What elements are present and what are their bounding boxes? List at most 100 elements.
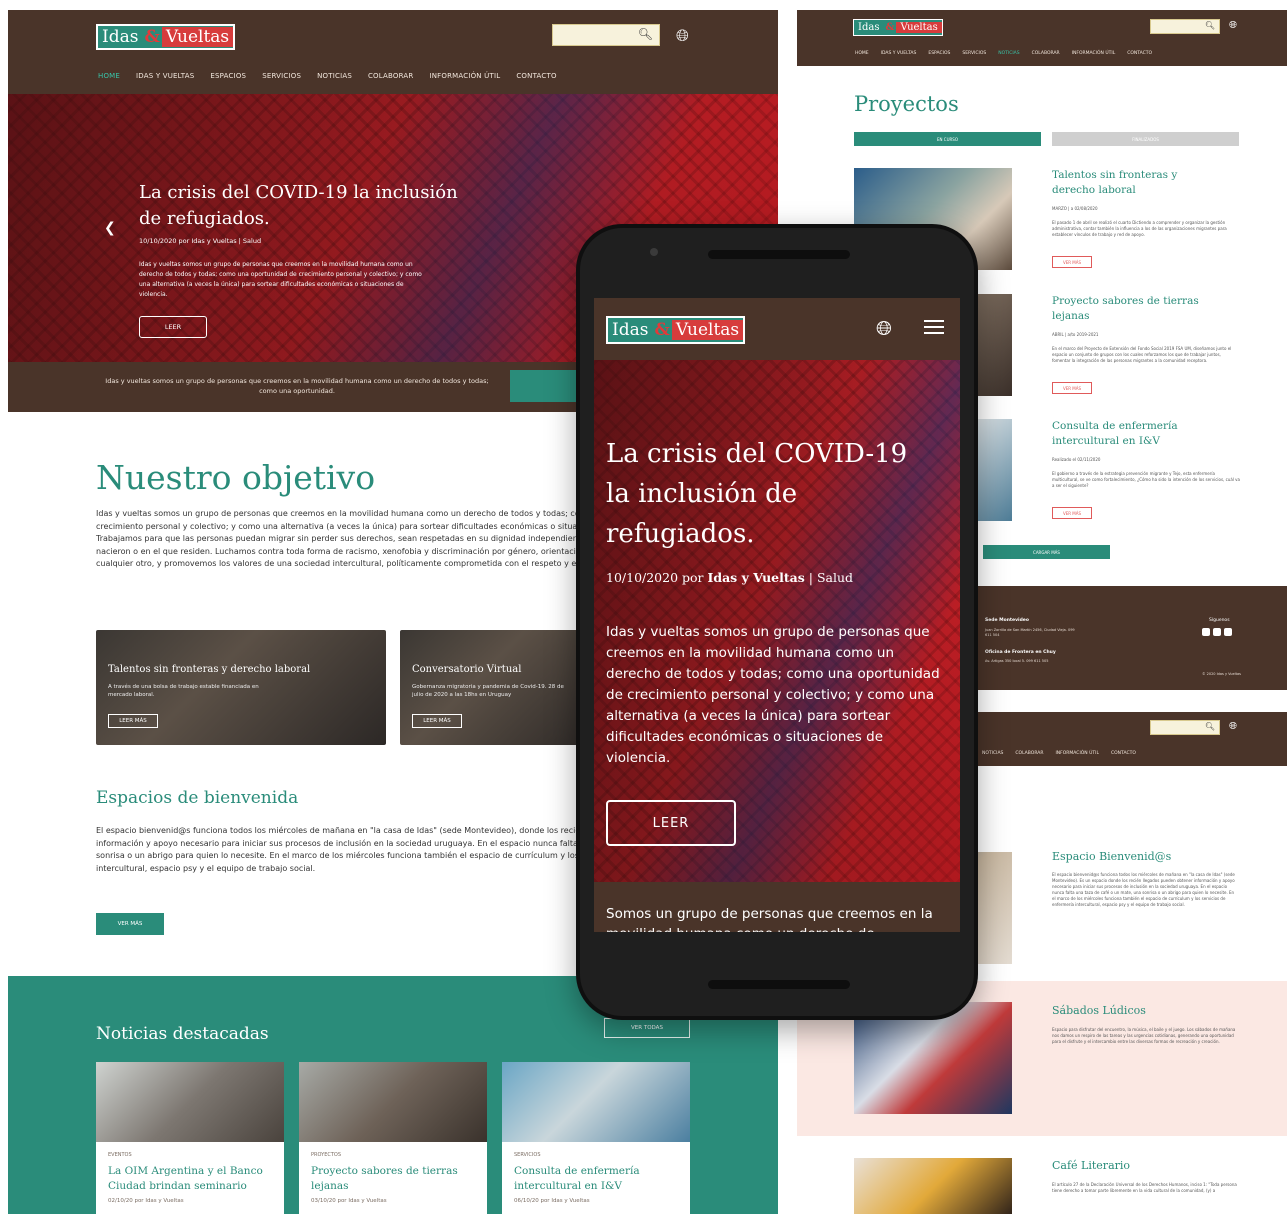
tab-finalizados[interactable]: FINALIZADOS xyxy=(1052,132,1239,146)
project-date: MARZO | a 02/08/2020 xyxy=(1052,206,1098,211)
news-title[interactable]: Proyecto sabores de tierras lejanas xyxy=(311,1164,476,1194)
phone-speaker xyxy=(708,980,850,989)
page-title: Proyectos xyxy=(854,92,959,116)
phone-mockup: Idas & Vueltas 🌐︎ La crisis del COVID-19 l… xyxy=(576,224,978,1020)
nav-item-espacios[interactable]: ESPACIOS xyxy=(928,51,950,56)
search-icon[interactable]: 🔍︎ xyxy=(1205,722,1215,731)
space-title: Sábados Lúdicos xyxy=(1052,1004,1146,1017)
search-input[interactable]: 🔍︎ xyxy=(1150,19,1220,34)
globe-icon[interactable]: 🌐︎ xyxy=(876,316,892,340)
main-nav: HOME IDAS Y VUELTAS ESPACIOS SERVICIOS N… xyxy=(855,51,1152,56)
nav-item-contacto[interactable]: CONTACTO xyxy=(1111,751,1136,756)
mobile-hero: La crisis del COVID-19 la inclusión de r… xyxy=(594,360,960,882)
nav-item-notices[interactable]: NOTICIAS xyxy=(982,751,1003,756)
hero-meta-author[interactable]: Idas y Vueltas xyxy=(708,570,805,585)
space-section: Café Literario El artículo 27 de la Decl… xyxy=(797,1136,1287,1214)
site-header: Idas & Vueltas 🔍︎ 🌐︎ HOME IDAS Y VUELTAS E… xyxy=(797,10,1287,66)
space-body: El artículo 27 de la Declaración Univers… xyxy=(1052,1182,1237,1193)
hamburger-icon[interactable] xyxy=(924,320,944,334)
nav-item-informacion-util[interactable]: INFORMACIÓN ÚTIL xyxy=(429,72,500,80)
news-category: EVENTOS xyxy=(108,1152,132,1158)
news-card[interactable]: PROYECTOS Proyecto sabores de tierras le… xyxy=(299,1062,487,1214)
objective-title: Nuestro objetivo xyxy=(96,458,376,497)
nav-item-contacto[interactable]: CONTACTO xyxy=(1127,51,1152,56)
load-more-button[interactable]: CARGAR MÁS xyxy=(983,545,1110,559)
hero-meta: 10/10/2020 por Idas y Vueltas | Salud xyxy=(139,237,262,245)
nav-item-home[interactable]: HOME xyxy=(98,72,120,80)
nav-item-contacto[interactable]: CONTACTO xyxy=(516,72,556,80)
footer-copyright: © 2020 Idas y Vueltas xyxy=(1202,672,1241,676)
news-card[interactable]: EVENTOS La OIM Argentina y el Banco Ciud… xyxy=(96,1062,284,1214)
search-input[interactable]: 🔍︎ xyxy=(1150,720,1220,735)
hero-meta: 10/10/2020 por Idas y Vueltas | Salud xyxy=(606,570,853,585)
nav-item-informacion-util[interactable]: INFORMACIÓN ÚTIL xyxy=(1072,51,1116,56)
card-subtitle: A través de una bolsa de trabajo estable… xyxy=(108,684,259,698)
project-see-more-button[interactable]: VER MÁS xyxy=(1052,507,1092,519)
project-see-more-button[interactable]: VER MÁS xyxy=(1052,256,1092,268)
nav-item-colaborar[interactable]: COLABORAR xyxy=(1032,51,1060,56)
project-see-more-button[interactable]: VER MÁS xyxy=(1052,382,1092,394)
logo-text-vueltas: Vueltas xyxy=(671,320,744,340)
project-date: Realizado el 02/11/2020 xyxy=(1052,457,1101,462)
site-header: Idas & Vueltas 🔍︎ 🌐︎ HOME IDAS Y VUELTAS E… xyxy=(8,10,778,94)
project-date: ABRIL | a/to 2019-2021 xyxy=(1052,332,1099,337)
nav-item-idas-y-vueltas[interactable]: IDAS Y VUELTAS xyxy=(881,51,917,56)
news-card[interactable]: SERVICIOS Consulta de enfermería intercu… xyxy=(502,1062,690,1214)
card-read-more-button[interactable]: LEER MÁS xyxy=(108,714,158,728)
phone-speaker xyxy=(708,250,850,259)
space-image xyxy=(854,1158,1012,1214)
globe-icon[interactable]: 🌐︎ xyxy=(676,26,689,46)
nav-item-noticias[interactable]: NOTICIAS xyxy=(317,72,352,80)
logo-ampersand: & xyxy=(144,27,160,47)
feature-card[interactable]: Conversatorio Virtual Gobernanza migrato… xyxy=(400,630,600,745)
globe-icon[interactable]: 🌐︎ xyxy=(1229,20,1237,31)
nav-item-colaborar[interactable]: COLABORAR xyxy=(368,72,413,80)
tab-en-curso[interactable]: EN CURSO xyxy=(854,132,1041,146)
intro-strip-text: Idas y vueltas somos un grupo de persona… xyxy=(105,377,489,395)
nav-item-noticias[interactable]: NOTICIAS xyxy=(998,51,1019,56)
site-logo[interactable]: Idas & Vueltas xyxy=(96,24,236,50)
news-category: PROYECTOS xyxy=(311,1152,342,1158)
intro-strip: Somos un grupo de personas que creemos e… xyxy=(594,882,960,932)
news-title[interactable]: Consulta de enfermería intercultural en … xyxy=(514,1164,679,1194)
chevron-left-icon[interactable]: ❮ xyxy=(104,220,116,236)
card-read-more-button[interactable]: LEER MÁS xyxy=(412,714,462,728)
news-image xyxy=(299,1062,487,1142)
hero-meta-category: | Salud xyxy=(804,570,854,585)
feature-card[interactable]: Talentos sin fronteras y derecho laboral… xyxy=(96,630,386,745)
site-logo[interactable]: Idas & Vueltas xyxy=(853,19,943,36)
site-logo[interactable]: Idas & Vueltas xyxy=(606,316,746,344)
nav-item-servicios[interactable]: SERVICIOS xyxy=(962,51,986,56)
globe-icon[interactable]: 🌐︎ xyxy=(1229,721,1237,732)
twitter-icon[interactable] xyxy=(1224,628,1232,636)
project-title[interactable]: Consulta de enfermería intercultural en … xyxy=(1052,419,1202,449)
footer-office-name: Sede Montevideo xyxy=(985,618,1029,623)
footer-follow-label: Síguenos xyxy=(1209,618,1230,623)
spaces-see-more-button[interactable]: VER MÁS xyxy=(96,913,164,935)
facebook-icon[interactable] xyxy=(1202,628,1210,636)
instagram-icon[interactable] xyxy=(1213,628,1221,636)
hero-body: Idas y vueltas somos un grupo de persona… xyxy=(606,624,940,766)
news-image xyxy=(502,1062,690,1142)
search-icon[interactable]: 🔍︎ xyxy=(638,27,653,41)
logo-text-vueltas: Vueltas xyxy=(161,27,234,47)
project-body: El gobierno a través de la estrategia pr… xyxy=(1052,471,1240,488)
card-title: Talentos sin fronteras y derecho laboral xyxy=(108,664,311,675)
nav-item-servicios[interactable]: SERVICIOS xyxy=(262,72,301,80)
news-title[interactable]: La OIM Argentina y el Banco Ciudad brind… xyxy=(108,1164,273,1194)
nav-item-colaborar[interactable]: COLABORAR xyxy=(1015,751,1043,756)
logo-text-idas: Idas xyxy=(98,27,143,47)
nav-item-informacion-util[interactable]: INFORMACIÓN ÚTIL xyxy=(1055,751,1099,756)
search-input[interactable]: 🔍︎ xyxy=(552,24,660,46)
project-title[interactable]: Talentos sin fronteras y derecho laboral xyxy=(1052,168,1202,198)
space-body: Espacio para disfrutar del encuentro, la… xyxy=(1052,1027,1236,1044)
see-all-news-button[interactable]: VER TODAS xyxy=(604,1018,690,1038)
project-title[interactable]: Proyecto sabores de tierras lejanas xyxy=(1052,294,1202,324)
hero-read-button[interactable]: LEER xyxy=(139,316,207,338)
nav-item-idas-y-vueltas[interactable]: IDAS Y VUELTAS xyxy=(136,72,194,80)
nav-item-home[interactable]: HOME xyxy=(855,51,869,56)
hero-body: Idas y vueltas somos un grupo de persona… xyxy=(139,261,422,298)
search-icon[interactable]: 🔍︎ xyxy=(1205,21,1215,30)
hero-read-button[interactable]: LEER xyxy=(606,800,736,846)
nav-item-espacios[interactable]: ESPACIOS xyxy=(210,72,246,80)
